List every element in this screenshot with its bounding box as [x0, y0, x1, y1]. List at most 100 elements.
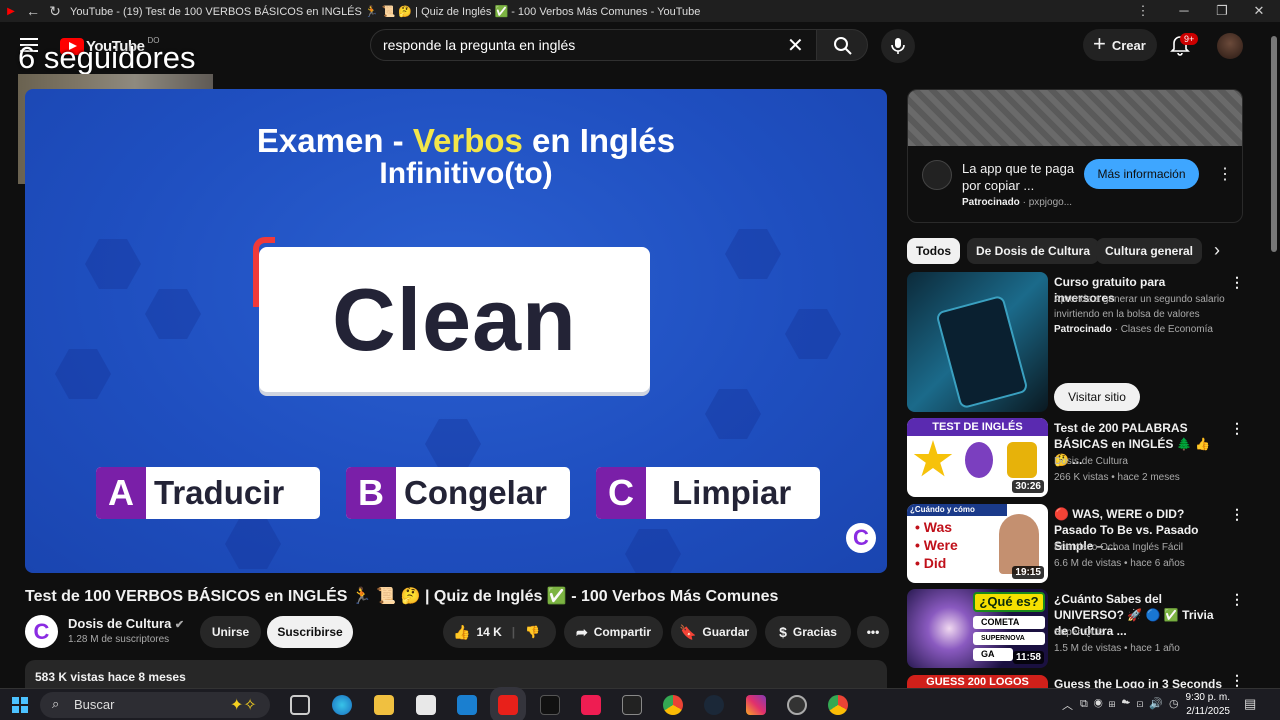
ad-banner-image[interactable]	[908, 90, 1242, 146]
file-explorer-icon[interactable]	[374, 695, 394, 715]
notifications-center-icon[interactable]: ▤	[1244, 696, 1256, 712]
option-a: A Traducir	[96, 467, 320, 519]
related-sponsored: Patrocinado · Clases de Economía	[1054, 324, 1213, 335]
video-subheading: Infinitivo(to)	[379, 157, 553, 190]
related-channel[interactable]: Dosis de Cultura	[1054, 454, 1128, 469]
option-c: C Limpiar	[596, 467, 820, 519]
chrome-profile-icon[interactable]	[828, 695, 848, 715]
subscriber-count: 1.28 M de suscriptores	[68, 634, 170, 645]
youtube-favicon-icon: ▶	[7, 5, 15, 17]
youtube-app-icon[interactable]	[498, 695, 518, 715]
related-description: Aprende a generar un segundo salario inv…	[1054, 294, 1225, 320]
join-button[interactable]: Unirse	[200, 616, 261, 648]
task-view-icon[interactable]	[290, 695, 310, 715]
search-icon	[834, 37, 852, 55]
related-title[interactable]: Guess the Logo in 3 Seconds |	[1054, 677, 1226, 688]
instagram-icon[interactable]	[746, 695, 766, 715]
tiktok-icon[interactable]	[540, 695, 560, 715]
word-card: Clean	[253, 237, 650, 392]
related-stats: 266 K vistas • hace 2 meses	[1054, 472, 1180, 483]
back-icon[interactable]: ←	[22, 3, 44, 19]
capcut-icon[interactable]	[622, 695, 642, 715]
search-icon: ⌕	[52, 696, 60, 711]
menu-kebab-icon[interactable]: ⋮	[1124, 0, 1162, 22]
minimize-icon[interactable]: ─	[1165, 0, 1203, 22]
video-duration: 30:26	[1012, 480, 1044, 493]
obs-icon[interactable]	[787, 695, 807, 715]
reload-icon[interactable]: ↻	[44, 3, 66, 20]
edge-icon[interactable]	[332, 695, 352, 715]
related-menu-icon[interactable]: ⋮	[1230, 591, 1244, 608]
related-menu-icon[interactable]: ⋮	[1230, 420, 1244, 437]
notification-count-badge: 9+	[1180, 33, 1199, 45]
windows-start-icon[interactable]	[12, 697, 28, 713]
clear-search-icon[interactable]: ✕	[787, 33, 804, 58]
video-player[interactable]: Examen - Verbos en Inglés Infinitivo(to)…	[25, 89, 887, 573]
save-button[interactable]: 🔖 Guardar	[671, 616, 757, 648]
tiktok-live-icon[interactable]	[581, 695, 601, 715]
like-dislike-group: 👍 14 K | 👎	[443, 616, 556, 648]
chrome-icon[interactable]	[663, 695, 683, 715]
page-scrollbar[interactable]	[1268, 22, 1280, 688]
close-window-icon[interactable]: ✕	[1240, 0, 1278, 22]
sponsored-ad-card[interactable]: La app que te paga por copiar ... Patroc…	[907, 89, 1243, 223]
tray-icons[interactable]: ⧉◉⊞☁⊡🔊◷	[1080, 697, 1185, 711]
related-channel[interactable]: Francisco Ochoa Inglés Fácil	[1054, 540, 1183, 555]
chip-todos[interactable]: Todos	[907, 238, 961, 264]
outlook-icon[interactable]	[457, 695, 477, 715]
video-title: Test de 100 VERBOS BÁSICOS en INGLÉS 🏃 📜…	[25, 588, 779, 605]
related-menu-icon[interactable]: ⋮	[1230, 274, 1244, 291]
visit-site-button[interactable]: Visitar sitio	[1054, 383, 1140, 411]
related-stats: 1.5 M de vistas • hace 1 año	[1054, 643, 1180, 654]
tray-chevron-icon[interactable]: ︿	[1062, 697, 1073, 713]
ad-more-info-button[interactable]: Más información	[1084, 159, 1199, 189]
related-thumbnail[interactable]: ¿Cuándo y cómo usarlos? • Was • Were • Did…	[907, 504, 1048, 583]
search-button[interactable]	[816, 29, 868, 61]
related-menu-icon[interactable]: ⋮	[1230, 506, 1244, 523]
taskbar-clock[interactable]: 9:30 p. m. 2/11/2025	[1184, 691, 1230, 719]
ad-title[interactable]: La app que te paga por copiar ...	[962, 160, 1082, 194]
channel-name[interactable]: Dosis de Cultura ✔	[68, 616, 184, 631]
chip-cultura-general[interactable]: Cultura general	[1096, 238, 1203, 264]
thanks-button[interactable]: $ Gracias	[765, 616, 851, 648]
search-input[interactable]: responde la pregunta en inglés	[370, 29, 817, 61]
video-heading: Examen - Verbos en Inglés	[256, 122, 676, 159]
subscribe-button[interactable]: Suscribirse	[267, 616, 353, 648]
like-icon[interactable]: 👍	[453, 624, 470, 641]
steam-icon[interactable]	[704, 695, 724, 715]
verified-icon: ✔	[174, 619, 185, 631]
channel-avatar[interactable]	[25, 615, 58, 648]
related-thumbnail[interactable]: GUESS 200 LOGOS	[907, 675, 1048, 688]
related-thumbnail[interactable]: ¿Qué es? COMETA SUPERNOVA GA 11:58	[907, 589, 1048, 668]
ad-logo	[922, 160, 952, 190]
video-duration: 19:15	[1012, 566, 1044, 579]
bookmark-icon: 🔖	[678, 623, 697, 640]
share-button[interactable]: ➦ Compartir	[564, 616, 663, 648]
share-icon: ➦	[575, 623, 588, 640]
related-channel[interactable]: Super Quiz	[1054, 625, 1104, 640]
quiz-word: Clean	[332, 270, 577, 369]
more-actions-button[interactable]: •••	[857, 616, 889, 648]
related-thumbnail[interactable]: TEST DE INGLÉS 30:26	[907, 418, 1048, 497]
voice-search-button[interactable]	[881, 29, 915, 63]
sparkle-icon[interactable]: ✦✧	[230, 695, 257, 715]
account-avatar[interactable]	[1217, 33, 1243, 59]
related-thumbnail[interactable]	[907, 272, 1048, 412]
views-line: 583 K vistas hace 8 meses	[35, 670, 186, 684]
chevron-right-icon[interactable]: ›	[1214, 240, 1220, 261]
channel-watermark-icon[interactable]	[846, 523, 876, 553]
dislike-icon[interactable]: 👎	[525, 625, 540, 639]
like-count[interactable]: 14 K	[476, 625, 501, 639]
maximize-icon[interactable]: ❐	[1203, 0, 1241, 22]
create-label: Crear	[1111, 37, 1146, 53]
video-duration: 11:58	[1012, 651, 1044, 664]
more-horizontal-icon: •••	[866, 625, 880, 639]
chip-de-dosis-de-cultura[interactable]: De Dosis de Cultura	[967, 238, 1100, 264]
windows-taskbar: ⌕ Buscar ✦✧ ︿ ⧉◉⊞☁⊡🔊◷ 9:30 p. m. 2/11/20…	[0, 688, 1280, 720]
description-box[interactable]: 583 K vistas hace 8 meses	[25, 660, 887, 690]
ad-menu-icon[interactable]: ⋮	[1217, 164, 1233, 184]
related-menu-icon[interactable]: ⋮	[1230, 672, 1244, 689]
create-button[interactable]: + Crear	[1083, 29, 1157, 61]
microphone-icon	[891, 38, 905, 54]
store-icon[interactable]	[416, 695, 436, 715]
